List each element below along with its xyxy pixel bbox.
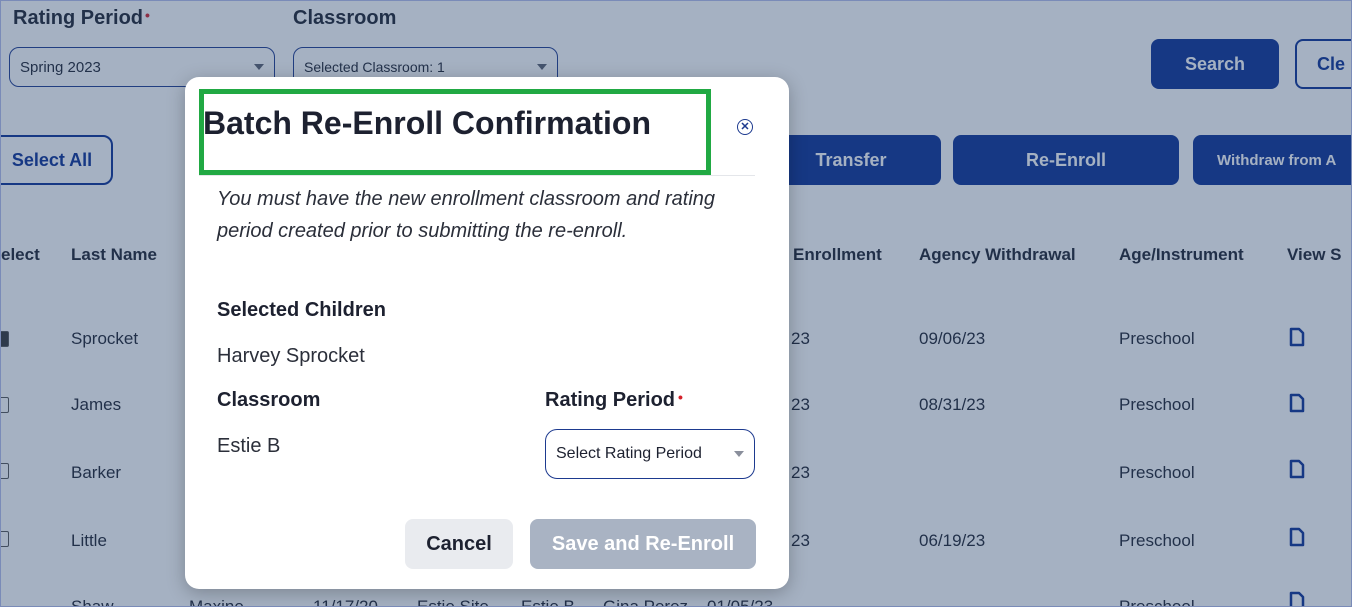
rating-period-label: Rating Period • — [545, 389, 683, 411]
close-icon[interactable]: ✕ — [737, 119, 753, 135]
classroom-label: Classroom — [217, 389, 321, 411]
save-and-re-enroll-button[interactable]: Save and Re-Enroll — [530, 519, 756, 569]
selected-children-value: Harvey Sprocket — [217, 345, 365, 367]
modal-title: Batch Re-Enroll Confirmation — [203, 105, 652, 141]
selected-children-label: Selected Children — [217, 299, 386, 321]
cancel-button[interactable]: Cancel — [405, 519, 513, 569]
page: Rating Period • Spring 2023 Classroom Sel… — [0, 0, 1352, 607]
modal-message: You must have the new enrollment classro… — [217, 188, 716, 242]
chevron-down-icon — [734, 451, 744, 457]
rating-period-placeholder: Select Rating Period — [556, 445, 702, 462]
batch-re-enroll-modal: Batch Re-Enroll Confirmation ✕ You must … — [185, 77, 789, 589]
rating-period-select[interactable]: Select Rating Period — [545, 429, 755, 479]
classroom-value: Estie B — [217, 435, 281, 457]
divider — [199, 175, 755, 176]
